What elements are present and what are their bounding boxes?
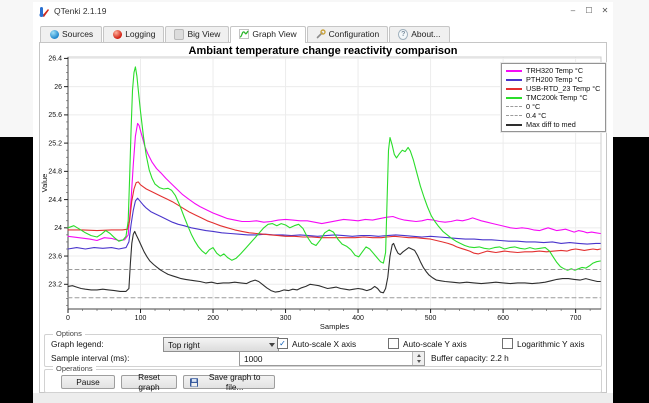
tab-label: Configuration	[329, 29, 380, 39]
buffer-capacity-text: Buffer capacity: 2.2 h	[431, 353, 509, 363]
app-window: QTenki 2.1.19 – ☐ ✕ Sources Logging Big Vi…	[33, 2, 613, 400]
autoscale-x-label: Auto-scale X axis	[292, 339, 356, 349]
minimize-button[interactable]: –	[565, 3, 581, 18]
tab-label: Logging	[125, 29, 155, 39]
svg-text:100: 100	[135, 315, 147, 322]
legend-label: TMC200k Temp °C	[526, 93, 588, 102]
svg-text:26: 26	[54, 84, 62, 91]
options-groupbox-label: Options	[53, 329, 85, 338]
svg-text:0: 0	[66, 315, 70, 322]
svg-text:24: 24	[54, 225, 62, 232]
app-icon	[38, 5, 50, 17]
window-title: QTenki 2.1.19	[54, 6, 106, 16]
spin-down-button[interactable]	[413, 359, 424, 366]
titlebar: QTenki 2.1.19 – ☐ ✕	[33, 2, 613, 19]
legend-item: 0 °C	[502, 102, 605, 111]
graph-legend-select[interactable]: Top right	[163, 337, 279, 352]
legend-item: TRH320 Temp °C	[502, 66, 605, 75]
tab-sources[interactable]: Sources	[40, 26, 102, 42]
spinner-buttons	[412, 352, 424, 365]
pause-button[interactable]: Pause	[61, 375, 115, 389]
checkbox-icon	[388, 338, 399, 349]
tab-logging[interactable]: Logging	[103, 26, 164, 42]
svg-text:24.4: 24.4	[48, 197, 62, 204]
window-controls: – ☐ ✕	[565, 3, 613, 18]
legend-label: 0 °C	[526, 102, 540, 111]
sources-icon	[49, 29, 59, 39]
legend-label: TRH320 Temp °C	[526, 66, 583, 75]
tab-label: Big View	[187, 29, 220, 39]
legend-line-sample	[506, 70, 522, 72]
svg-text:700: 700	[570, 315, 582, 322]
save-graph-button[interactable]: Save graph to file...	[183, 375, 275, 389]
tab-label: About...	[411, 29, 440, 39]
legend-line-sample	[506, 124, 522, 126]
sample-interval-spinbox	[239, 351, 425, 366]
chevron-down-icon	[269, 343, 275, 347]
operations-groupbox: Operations Pause Reset graph Save graph …	[44, 369, 602, 393]
options-groupbox: Options Graph legend: Top right Auto-sca…	[44, 334, 602, 367]
svg-text:23.6: 23.6	[48, 253, 62, 260]
graph-view-page: Ambiant temperature change reactivity co…	[39, 42, 607, 393]
legend-line-sample	[506, 97, 522, 99]
autoscale-x-checkbox[interactable]: Auto-scale X axis	[277, 338, 356, 349]
operations-groupbox-label: Operations	[53, 364, 96, 373]
legend-item: USB-RTD_23 Temp °C	[502, 84, 605, 93]
graph-view-icon	[239, 29, 249, 39]
svg-text:25.6: 25.6	[48, 112, 62, 119]
svg-text:24.8: 24.8	[48, 169, 62, 176]
svg-text:300: 300	[280, 315, 292, 322]
legend-item: TMC200k Temp °C	[502, 93, 605, 102]
svg-text:23.2: 23.2	[48, 282, 62, 289]
configuration-icon	[316, 29, 326, 39]
legend-line-sample	[506, 106, 522, 107]
maximize-button[interactable]: ☐	[581, 3, 597, 18]
legend-label: USB-RTD_23 Temp °C	[526, 84, 600, 93]
graph-legend-label: Graph legend:	[51, 339, 104, 349]
reset-graph-button[interactable]: Reset graph	[121, 375, 177, 389]
svg-text:Samples: Samples	[320, 322, 349, 331]
tab-configuration[interactable]: Configuration	[307, 26, 389, 42]
legend-line-sample	[506, 88, 522, 90]
svg-text:25.2: 25.2	[48, 140, 62, 147]
svg-text:600: 600	[497, 315, 509, 322]
tab-big-view[interactable]: Big View	[165, 26, 229, 42]
legend-label: PTH200 Temp °C	[526, 75, 583, 84]
tab-graph-view[interactable]: Graph View	[230, 26, 305, 43]
svg-text:Value: Value	[40, 174, 49, 193]
logging-icon	[112, 29, 122, 39]
tab-label: Graph View	[252, 29, 296, 39]
about-icon: ?	[398, 29, 408, 39]
big-view-icon	[174, 29, 184, 39]
checkbox-icon	[502, 338, 513, 349]
logarithmic-y-label: Logarithmic Y axis	[517, 339, 585, 349]
tab-about[interactable]: ?About...	[389, 26, 449, 42]
legend-line-sample	[506, 115, 522, 116]
save-graph-label: Save graph to file...	[201, 372, 268, 392]
close-button[interactable]: ✕	[597, 3, 613, 18]
legend-label: Max diff to med	[526, 120, 576, 129]
tab-bar: Sources Logging Big View Graph View Configur…	[40, 24, 613, 42]
svg-text:26.4: 26.4	[48, 56, 62, 63]
svg-text:500: 500	[425, 315, 437, 322]
legend-line-sample	[506, 79, 522, 81]
legend-item: PTH200 Temp °C	[502, 75, 605, 84]
checkbox-icon	[277, 338, 288, 349]
autoscale-y-checkbox[interactable]: Auto-scale Y axis	[388, 338, 467, 349]
svg-text:200: 200	[207, 315, 219, 322]
chart-legend: TRH320 Temp °CPTH200 Temp °CUSB-RTD_23 T…	[501, 63, 606, 132]
sample-interval-label: Sample interval (ms):	[51, 353, 129, 363]
legend-label: 0.4 °C	[526, 111, 546, 120]
sample-interval-input[interactable]	[240, 352, 412, 365]
legend-item: Max diff to med	[502, 120, 605, 129]
tab-label: Sources	[62, 29, 93, 39]
save-icon	[190, 378, 198, 387]
logarithmic-y-checkbox[interactable]: Logarithmic Y axis	[502, 338, 585, 349]
svg-text:400: 400	[352, 315, 364, 322]
graph-legend-selected-value: Top right	[168, 340, 200, 350]
autoscale-y-label: Auto-scale Y axis	[403, 339, 467, 349]
legend-item: 0.4 °C	[502, 111, 605, 120]
